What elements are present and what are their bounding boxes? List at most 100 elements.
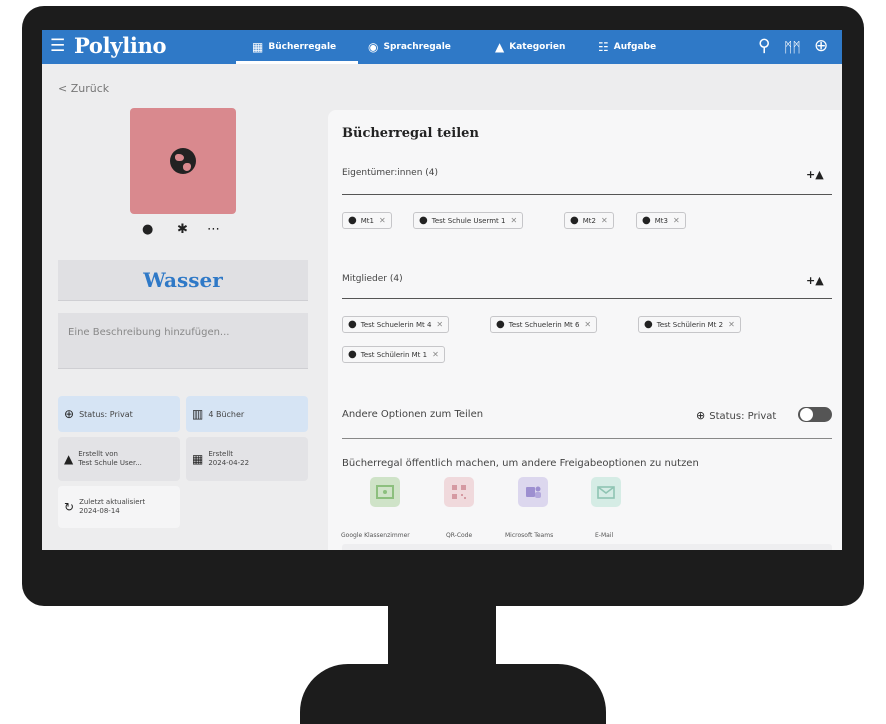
- nav-label: Bücherregale: [268, 42, 337, 52]
- person-icon: ●: [644, 319, 653, 330]
- divider: [342, 194, 832, 195]
- chip-label: Mt1: [360, 216, 374, 225]
- globe-icon: ⊕: [696, 409, 706, 422]
- microsoft-teams-icon[interactable]: [518, 477, 548, 507]
- more-icon[interactable]: ⋯: [207, 222, 220, 238]
- chip-label: Mt2: [582, 216, 596, 225]
- globe-icon: [170, 148, 196, 174]
- info-icon[interactable]: ●: [142, 222, 153, 238]
- categories-icon: ▲: [495, 40, 505, 54]
- close-icon[interactable]: ✕: [432, 350, 439, 359]
- member-chip[interactable]: ● Test Schülerin Mt 1 ✕: [342, 346, 445, 363]
- google-classroom-icon[interactable]: [370, 477, 400, 507]
- toggle-knob: [800, 408, 813, 421]
- owners-label: Eigentümer:innen (4): [342, 168, 439, 178]
- chip-label: Test Schülerin Mt 1: [360, 350, 428, 359]
- person-icon: ●: [419, 215, 428, 226]
- app-screen: ☰ Polylino ▦ Bücherregale ◉ Sprachregale…: [42, 30, 842, 550]
- status-text: Status: Privat: [79, 409, 133, 419]
- owner-chip[interactable]: ● Mt2 ✕: [564, 212, 614, 229]
- share-option-label: Google Klassenzimmer: [341, 532, 410, 539]
- nav-label: Kategorien: [509, 42, 566, 52]
- divider: [342, 298, 832, 299]
- share-title: Bücherregal teilen: [342, 126, 479, 141]
- shelf-title[interactable]: Wasser: [58, 260, 308, 301]
- tasks-icon: ☷: [598, 40, 609, 54]
- family-icon[interactable]: ᛗᛗ: [784, 38, 801, 58]
- globe-icon: ⊕: [64, 407, 75, 421]
- share-option-label: E-Mail: [595, 532, 614, 539]
- top-navigation-bar: ☰ Polylino ▦ Bücherregale ◉ Sprachregale…: [42, 30, 842, 64]
- person-icon: ▲: [64, 452, 74, 466]
- language-icon: ◉: [368, 40, 379, 54]
- other-options-label: Andere Optionen zum Teilen: [342, 409, 484, 420]
- shelf-cover: [130, 108, 236, 214]
- close-icon[interactable]: ✕: [601, 216, 608, 225]
- chip-label: Test Schuelerin Mt 6: [508, 320, 580, 329]
- logo[interactable]: Polylino: [74, 33, 167, 58]
- nav-item-bookshelves[interactable]: ▦ Bücherregale: [252, 30, 336, 64]
- active-tab-indicator: [236, 61, 358, 64]
- person-icon: ●: [496, 319, 505, 330]
- created-text: Erstellt 2024-04-22: [208, 450, 250, 467]
- grid-icon: ▦: [252, 40, 264, 54]
- member-chip[interactable]: ● Test Schuelerin Mt 4 ✕: [342, 316, 450, 333]
- books-icon: ▥: [192, 407, 204, 421]
- members-label: Mitglieder (4): [342, 274, 403, 284]
- nav-item-categories[interactable]: ▲ Kategorien: [495, 30, 565, 64]
- search-icon[interactable]: ⚲: [758, 36, 770, 56]
- owner-chip[interactable]: ● Test Schule Usermt 1 ✕: [413, 212, 524, 229]
- back-link[interactable]: < Zurück: [58, 82, 109, 95]
- add-person-icon[interactable]: +▲: [806, 274, 824, 287]
- partially-hidden-field: [342, 544, 832, 550]
- monitor-base: [300, 664, 606, 724]
- updated-text: Zuletzt aktualisiert 2024-08-14: [79, 498, 146, 515]
- books-count: 4 Bücher: [208, 409, 245, 419]
- person-icon: ●: [570, 215, 579, 226]
- books-tile: ▥ 4 Bücher: [186, 396, 308, 432]
- owner-chip[interactable]: ● Mt3 ✕: [636, 212, 686, 229]
- updated-tile: ↻ Zuletzt aktualisiert 2024-08-14: [58, 486, 180, 528]
- member-chip[interactable]: ● Test Schuelerin Mt 6 ✕: [490, 316, 598, 333]
- calendar-icon: ▦: [192, 452, 204, 466]
- member-chip[interactable]: ● Test Schülerin Mt 2 ✕: [638, 316, 741, 333]
- share-option-label: Microsoft Teams: [505, 532, 554, 539]
- refresh-icon: ↻: [64, 500, 75, 514]
- menu-icon[interactable]: ☰: [50, 36, 65, 56]
- close-icon[interactable]: ✕: [510, 216, 517, 225]
- qr-code-icon[interactable]: [444, 477, 474, 507]
- creator-text: Erstellt von Test Schule User...: [78, 450, 142, 467]
- owner-chip[interactable]: ● Mt1 ✕: [342, 212, 392, 229]
- chip-label: Test Schuelerin Mt 4: [360, 320, 432, 329]
- person-icon: ●: [642, 215, 651, 226]
- chip-label: Test Schule Usermt 1: [431, 216, 506, 225]
- close-icon[interactable]: ✕: [673, 216, 680, 225]
- close-icon[interactable]: ✕: [436, 320, 443, 329]
- close-icon[interactable]: ✕: [379, 216, 386, 225]
- nav-label: Sprachregale: [383, 42, 451, 52]
- divider: [342, 438, 832, 439]
- nav-item-tasks[interactable]: ☷ Aufgabe: [598, 30, 656, 64]
- share-option-label: QR-Code: [446, 532, 473, 539]
- status-label: Status: Privat: [709, 411, 777, 422]
- globe-icon[interactable]: ⊕: [814, 36, 828, 56]
- status-tile: ⊕ Status: Privat: [58, 396, 180, 432]
- add-person-icon[interactable]: +▲: [806, 168, 824, 181]
- status-indicator: ⊕ Status: Privat: [696, 409, 776, 422]
- created-tile: ▦ Erstellt 2024-04-22: [186, 437, 308, 481]
- person-icon: ●: [348, 319, 357, 330]
- chip-label: Mt3: [654, 216, 668, 225]
- description-field[interactable]: Eine Beschreibung hinzufügen...: [58, 313, 308, 369]
- person-icon: ●: [348, 215, 357, 226]
- nav-label: Aufgabe: [613, 42, 657, 52]
- close-icon[interactable]: ✕: [584, 320, 591, 329]
- gear-icon[interactable]: ✱: [177, 222, 188, 238]
- person-icon: ●: [348, 349, 357, 360]
- nav-item-language-shelves[interactable]: ◉ Sprachregale: [368, 30, 451, 64]
- public-hint: Bücherregal öffentlich machen, um andere…: [342, 458, 699, 469]
- creator-tile: ▲ Erstellt von Test Schule User...: [58, 437, 180, 481]
- close-icon[interactable]: ✕: [728, 320, 735, 329]
- privacy-toggle[interactable]: [798, 407, 832, 422]
- email-icon[interactable]: [591, 477, 621, 507]
- chip-label: Test Schülerin Mt 2: [656, 320, 724, 329]
